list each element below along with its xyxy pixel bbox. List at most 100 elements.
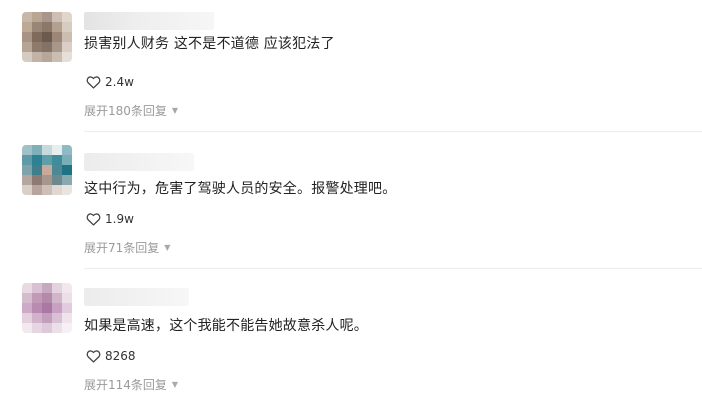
avatar-pixel: [52, 303, 62, 313]
avatar-pixel: [52, 175, 62, 185]
avatar-pixel: [52, 313, 62, 323]
avatar-pixel: [42, 52, 52, 62]
avatar-pixel: [42, 165, 52, 175]
avatar-pixel: [52, 185, 62, 195]
avatar-pixel: [32, 155, 42, 165]
comment-text: 损害别人财务 这不是不道德 应该犯法了: [84, 36, 335, 52]
like-count: 8268: [105, 349, 136, 363]
expand-replies-label: 展开71条回复: [84, 241, 160, 255]
avatar-pixel: [22, 313, 32, 323]
avatar-pixel: [62, 313, 72, 323]
avatar-pixel: [32, 145, 42, 155]
avatar-pixel: [52, 22, 62, 32]
like-button[interactable]: 8268: [86, 349, 136, 363]
avatar-pixel: [52, 293, 62, 303]
avatar-pixel: [52, 42, 62, 52]
avatar-pixel: [32, 22, 42, 32]
avatar-pixel: [52, 52, 62, 62]
like-count: 2.4w: [105, 75, 134, 89]
like-button[interactable]: 2.4w: [86, 75, 134, 89]
comment-text: 如果是高速，这个我能不能告她故意杀人呢。: [84, 318, 368, 334]
avatar-pixel: [62, 42, 72, 52]
expand-replies-button[interactable]: 展开114条回复 ▼: [84, 376, 178, 393]
avatar-pixel: [22, 303, 32, 313]
avatar-pixel: [42, 323, 52, 333]
caret-down-icon: ▼: [171, 380, 179, 389]
avatar-pixel: [42, 22, 52, 32]
heart-outline-icon: [86, 76, 101, 89]
avatar-pixel: [22, 22, 32, 32]
caret-down-icon: ▼: [164, 243, 171, 252]
avatar-pixel: [32, 12, 42, 22]
like-button[interactable]: 1.9w: [86, 212, 134, 226]
avatar-pixel: [52, 165, 62, 175]
avatar-pixel: [62, 293, 72, 303]
heart-outline-icon: [86, 213, 101, 226]
avatar-pixel: [62, 165, 72, 175]
avatar-pixel: [22, 165, 32, 175]
divider: [84, 268, 702, 269]
avatar-pixel: [62, 32, 72, 42]
avatar-pixel: [22, 323, 32, 333]
avatar-pixel: [42, 42, 52, 52]
username-blurred[interactable]: [84, 288, 189, 306]
avatar-pixel: [42, 32, 52, 42]
avatar-pixel: [32, 32, 42, 42]
avatar-pixel: [42, 313, 52, 323]
avatar[interactable]: [22, 283, 72, 333]
avatar-pixel: [32, 52, 42, 62]
avatar-pixel: [32, 293, 42, 303]
avatar-pixel: [32, 175, 42, 185]
divider: [84, 131, 702, 132]
avatar-pixel: [32, 323, 42, 333]
avatar-pixel: [32, 303, 42, 313]
avatar-pixel: [62, 52, 72, 62]
comment-text: 这中行为，危害了驾驶人员的安全。报警处理吧。: [84, 181, 397, 197]
heart-outline-icon: [86, 350, 101, 363]
avatar-pixel: [22, 52, 32, 62]
expand-replies-button[interactable]: 展开180条回复 ▼: [84, 102, 178, 119]
avatar-pixel: [62, 155, 72, 165]
avatar-pixel: [42, 145, 52, 155]
avatar-pixel: [22, 185, 32, 195]
avatar-pixel: [52, 283, 62, 293]
avatar-pixel: [52, 32, 62, 42]
avatar-pixel: [22, 32, 32, 42]
avatar-pixel: [32, 313, 42, 323]
avatar-pixel: [62, 22, 72, 32]
avatar-pixel: [42, 293, 52, 303]
avatar-pixel: [32, 165, 42, 175]
avatar-pixel: [62, 145, 72, 155]
avatar-pixel: [62, 12, 72, 22]
avatar-pixel: [42, 12, 52, 22]
avatar-pixel: [42, 303, 52, 313]
avatar-pixel: [62, 323, 72, 333]
avatar-pixel: [22, 42, 32, 52]
avatar-pixel: [62, 303, 72, 313]
avatar-pixel: [52, 155, 62, 165]
avatar-pixel: [62, 175, 72, 185]
avatar-pixel: [22, 283, 32, 293]
like-count: 1.9w: [105, 212, 134, 226]
avatar-pixel: [42, 185, 52, 195]
avatar[interactable]: [22, 145, 72, 195]
expand-replies-label: 展开180条回复: [84, 104, 167, 118]
avatar-pixel: [42, 283, 52, 293]
avatar-pixel: [52, 12, 62, 22]
avatar-pixel: [22, 175, 32, 185]
avatar-pixel: [52, 145, 62, 155]
avatar-pixel: [42, 175, 52, 185]
avatar-pixel: [42, 155, 52, 165]
avatar-pixel: [22, 145, 32, 155]
avatar-pixel: [22, 155, 32, 165]
avatar-pixel: [62, 185, 72, 195]
caret-down-icon: ▼: [171, 106, 179, 115]
expand-replies-label: 展开114条回复: [84, 378, 167, 392]
avatar-pixel: [32, 42, 42, 52]
username-blurred[interactable]: [84, 12, 214, 30]
avatar-pixel: [32, 185, 42, 195]
username-blurred[interactable]: [84, 153, 194, 171]
expand-replies-button[interactable]: 展开71条回复 ▼: [84, 239, 170, 256]
avatar-pixel: [32, 283, 42, 293]
avatar[interactable]: [22, 12, 72, 62]
